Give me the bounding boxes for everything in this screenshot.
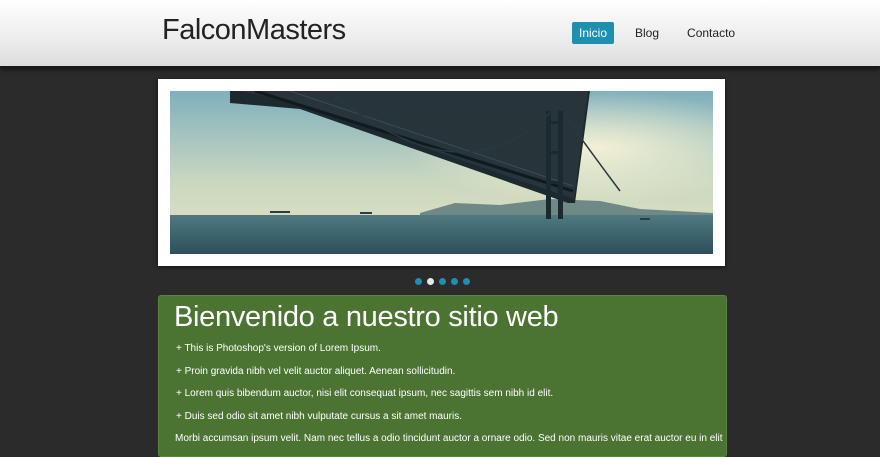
slider-dot-5[interactable] <box>463 278 470 285</box>
slide-image-bridge[interactable] <box>170 91 713 254</box>
slider-dots <box>415 278 475 285</box>
welcome-title: Bienvenido a nuestro sitio web <box>174 301 559 333</box>
image-slider <box>158 79 725 266</box>
site-logo[interactable]: FalconMasters <box>162 14 346 47</box>
bridge-illustration <box>170 91 713 254</box>
welcome-panel: Bienvenido a nuestro sitio web + This is… <box>158 295 727 457</box>
welcome-list: + This is Photoshop's version of Lorem I… <box>176 343 553 433</box>
list-item: + Duis sed odio sit amet nibh vulputate … <box>176 410 462 422</box>
slider-dot-4[interactable] <box>451 278 458 285</box>
nav-item-contacto[interactable]: Contacto <box>680 22 742 44</box>
list-item: + This is Photoshop's version of Lorem I… <box>176 343 381 354</box>
nav-item-blog[interactable]: Blog <box>628 22 666 44</box>
nav-item-inicio[interactable]: Inicio <box>572 22 615 44</box>
site-header: FalconMasters Inicio Blog Contacto <box>0 0 880 68</box>
welcome-paragraph: Morbi accumsan ipsum velit. Nam nec tell… <box>175 433 723 444</box>
list-item: + Proin gravida nibh vel velit auctor al… <box>176 365 456 377</box>
slider-dot-1[interactable] <box>415 278 422 285</box>
slider-dot-2[interactable] <box>427 278 434 285</box>
main-nav: Inicio Blog Contacto <box>572 22 756 44</box>
slider-dot-3[interactable] <box>439 278 446 285</box>
list-item: + Lorem quis bibendum auctor, nisi elit … <box>176 388 554 399</box>
